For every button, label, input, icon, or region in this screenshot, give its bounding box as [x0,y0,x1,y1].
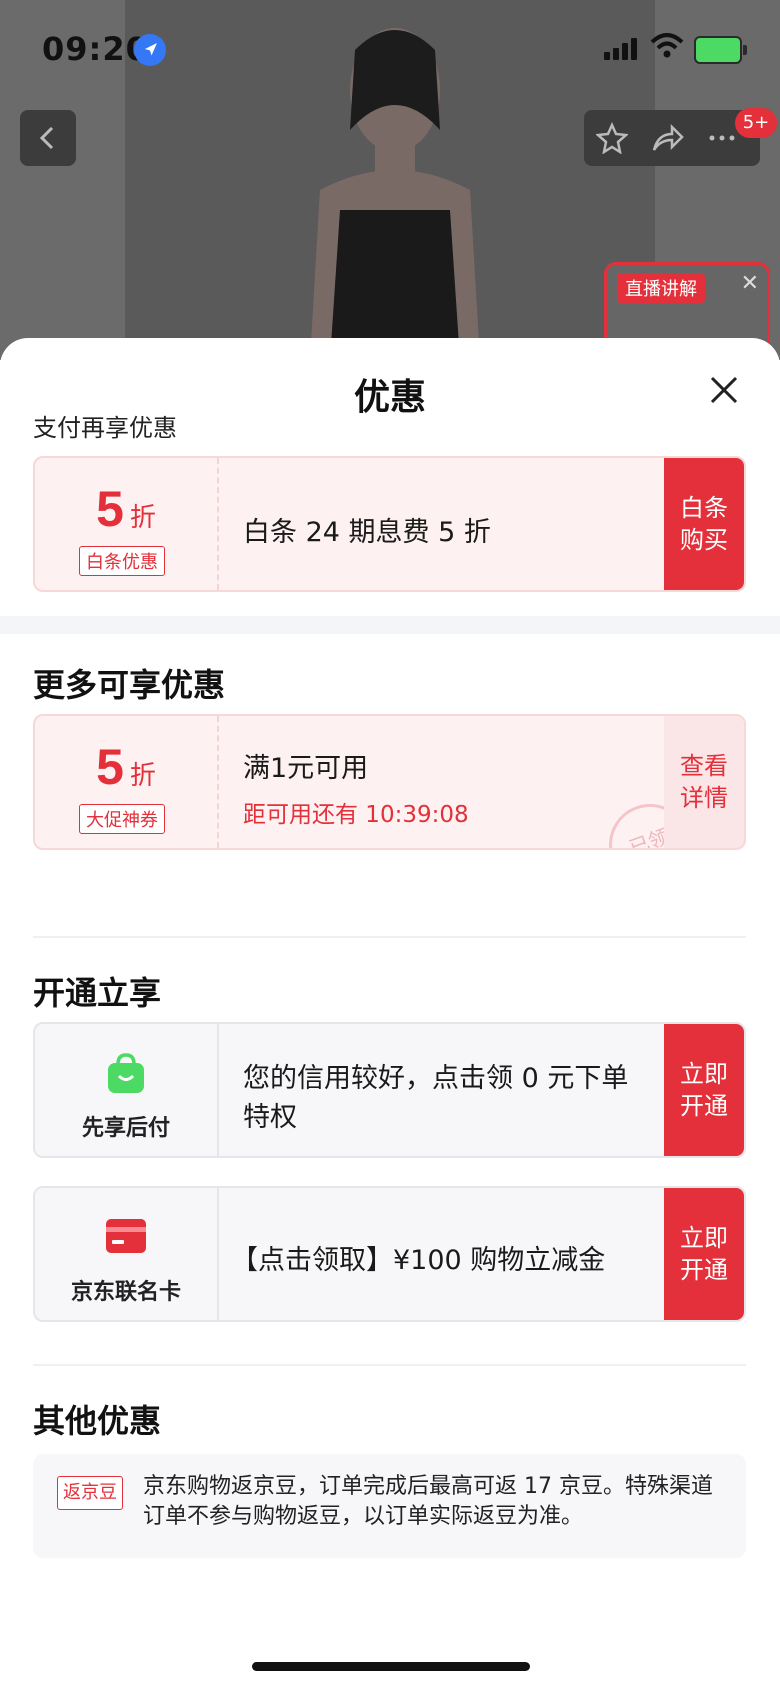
message-count-badge: 5+ [735,108,777,138]
coupon-tag: 大促神券 [79,804,165,834]
battery-charging-icon [694,36,747,64]
card-label: 京东联名卡 [70,1280,181,1305]
close-icon[interactable] [706,372,742,408]
coupon-condition: 满1元可用 [243,753,369,784]
activate-button[interactable]: 立即 开通 [664,1188,744,1320]
share-icon[interactable] [650,122,684,154]
discount-sheet: 优惠 支付再享优惠 5折 白条优惠 白条 24 期息费 5 折 白条 购买 更多可… [0,338,780,1688]
coupon-description: 满1元可用 距可用还有 10:39:08 [243,746,469,829]
coupon-countdown: 距可用还有 10:39:08 [243,802,469,828]
coupon-tag: 白条优惠 [79,546,165,576]
home-indicator [252,1662,530,1671]
chevron-left-icon [39,126,54,150]
favorite-star-icon[interactable] [596,122,628,154]
pay-later-card[interactable]: 先享后付 您的信用较好，点击领 0 元下单 特权 立即 开通 [33,1022,746,1158]
live-tag: 直播讲解 [617,273,705,303]
coupon-description: 白条 24 期息费 5 折 [243,517,491,548]
location-arrow-icon [134,34,166,66]
coupon-left: 5折 大促神券 [35,716,219,848]
status-bar: 09:20 [0,0,780,100]
discount-value: 5折 [96,739,156,795]
back-button[interactable] [20,110,76,166]
status-time: 09:20 [42,30,149,68]
wifi-icon [650,33,684,58]
open-section-heading: 开通立享 [33,974,162,1012]
pay-section-heading: 支付再享优惠 [33,414,177,442]
co-branded-card[interactable]: 京东联名卡 【点击领取】¥100 购物立减金 立即 开通 [33,1186,746,1322]
card-description: 您的信用较好，点击领 0 元下单 特权 [243,1063,629,1133]
section-divider [0,616,780,634]
thin-divider [33,1364,746,1366]
card-left: 先享后付 [35,1024,219,1156]
other-section-heading: 其他优惠 [33,1402,162,1440]
jd-beans-info: 返京豆 京东购物返京豆，订单完成后最高可返 17 京豆。特殊渠道订单不参与购物返… [33,1454,746,1558]
baitiao-buy-button[interactable]: 白条 购买 [664,458,744,590]
card-label: 先享后付 [81,1116,170,1141]
shopping-bag-icon [108,1053,144,1093]
more-dots-icon[interactable] [706,122,738,154]
card-description: 【点击领取】¥100 购物立减金 [231,1245,606,1276]
view-details-button[interactable]: 查看 详情 [664,716,744,848]
top-action-group [584,110,760,166]
jd-beans-tag: 返京豆 [57,1476,123,1510]
activate-button[interactable]: 立即 开通 [664,1024,744,1156]
close-icon[interactable]: ✕ [741,271,759,296]
jd-beans-text: 京东购物返京豆，订单完成后最高可返 17 京豆。特殊渠道订单不参与购物返豆，以订… [143,1474,713,1529]
promo-coupon-card[interactable]: 5折 大促神券 满1元可用 距可用还有 10:39:08 已领 查看 详情 [33,714,746,850]
discount-value: 5折 [96,481,156,537]
credit-card-icon [106,1219,146,1253]
coupon-left: 5折 白条优惠 [35,458,219,590]
thin-divider [33,936,746,938]
cellular-signal-icon [604,38,637,60]
card-left: 京东联名卡 [35,1188,219,1320]
more-section-heading: 更多可享优惠 [33,666,226,704]
baitiao-coupon-card[interactable]: 5折 白条优惠 白条 24 期息费 5 折 白条 购买 [33,456,746,592]
